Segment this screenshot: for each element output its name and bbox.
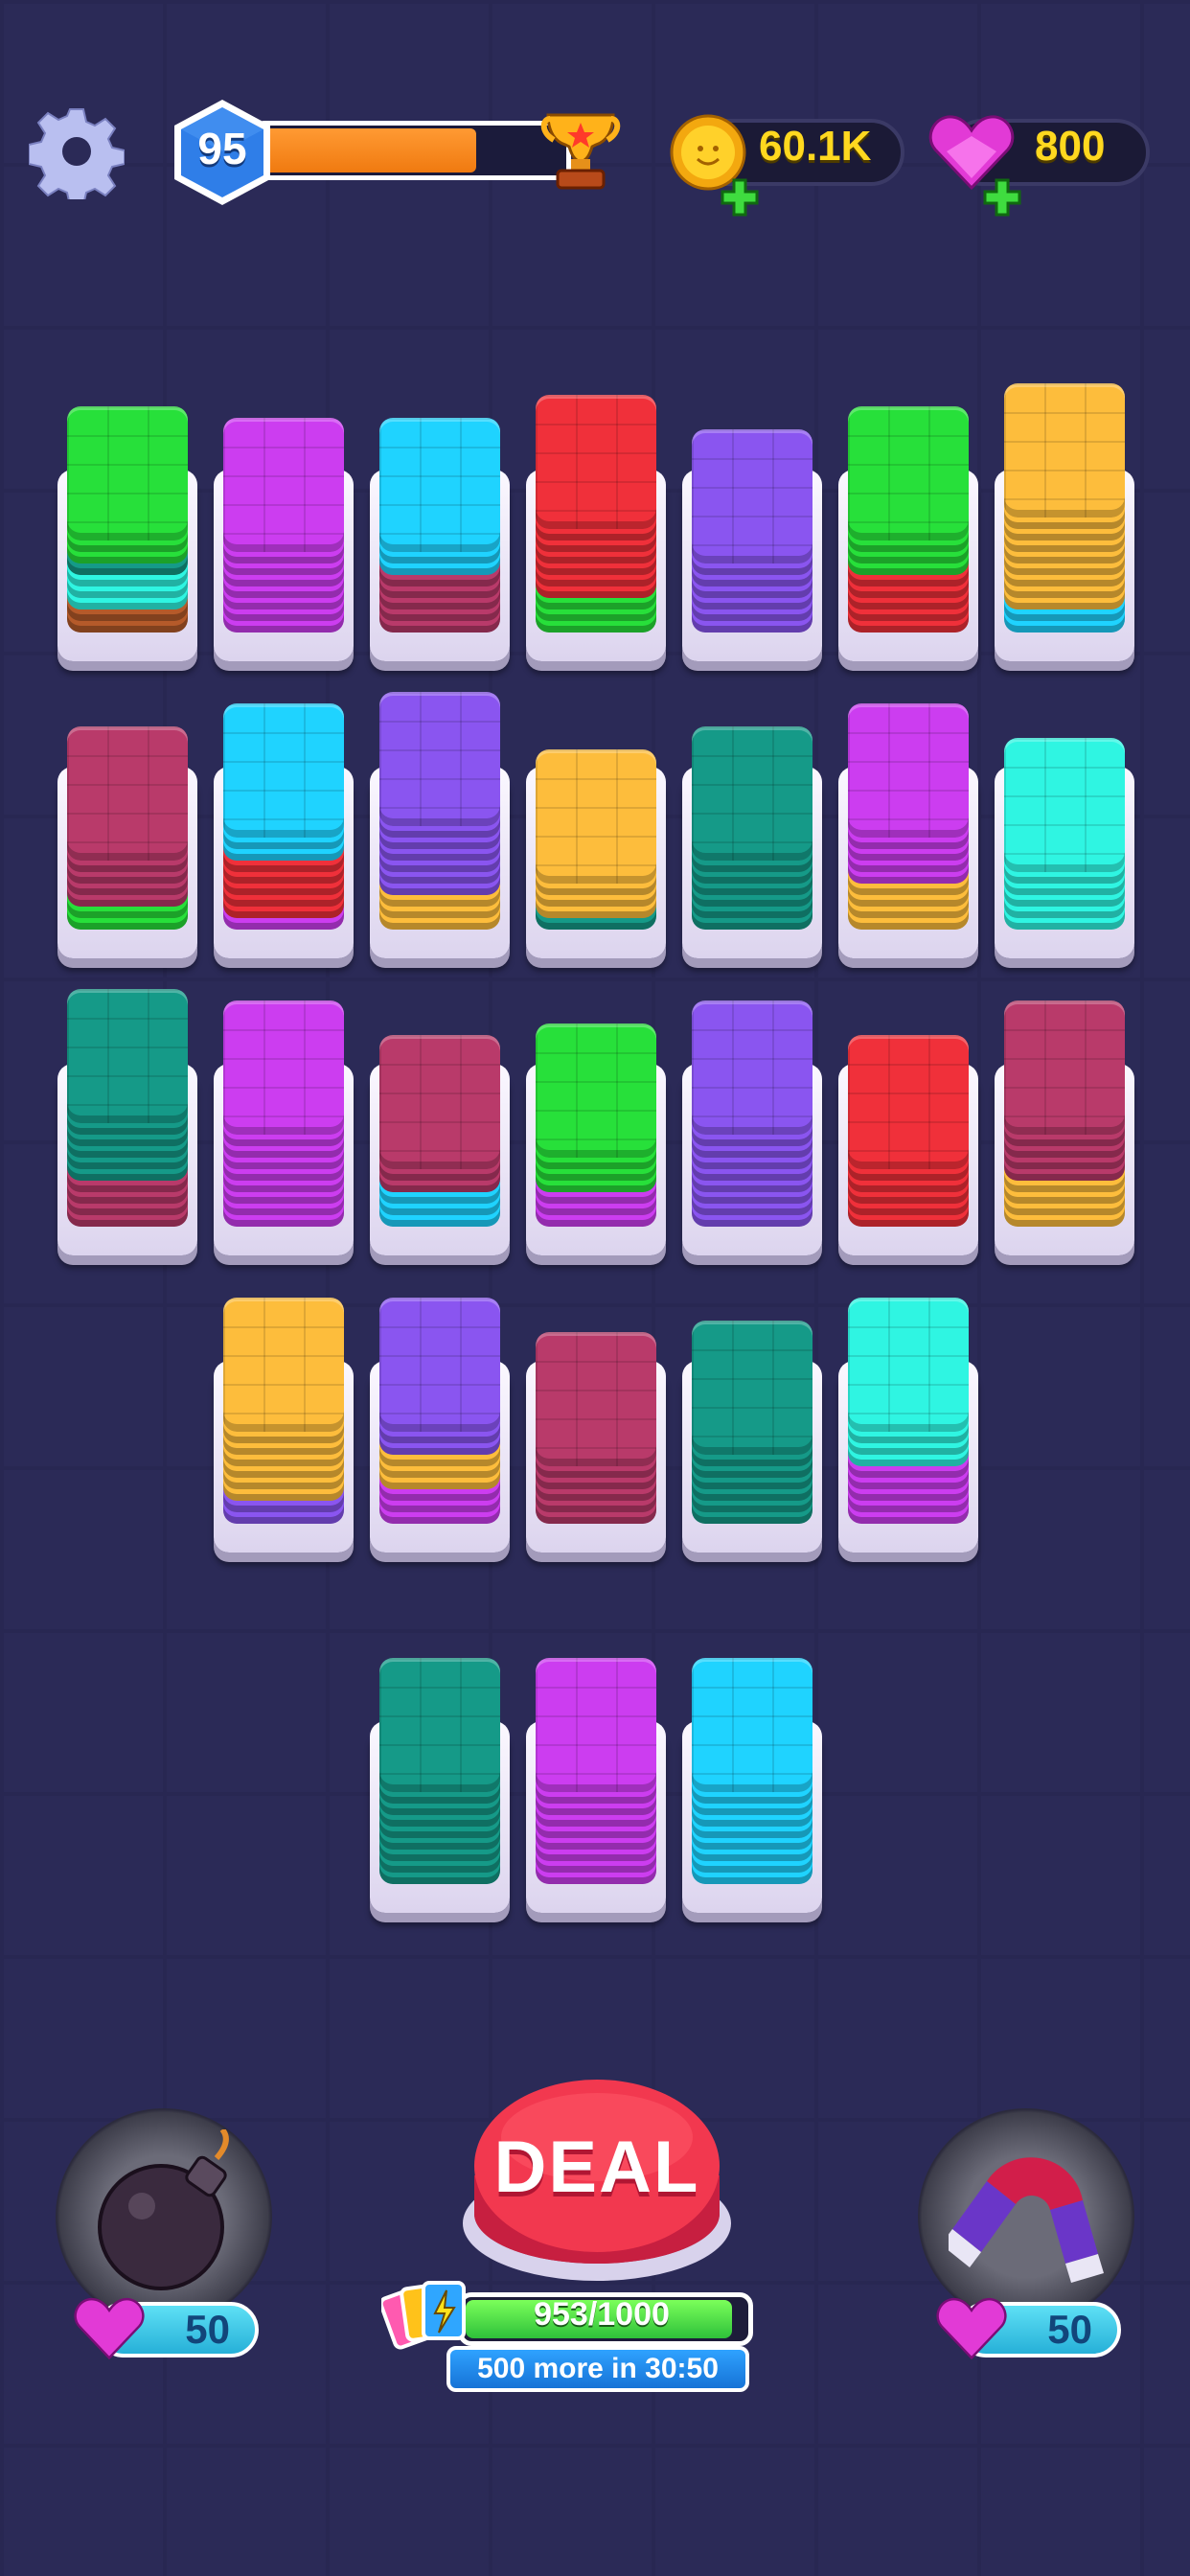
- stack-slot[interactable]: [370, 345, 510, 661]
- stack-slot[interactable]: [57, 642, 197, 958]
- top-tile: [67, 406, 188, 540]
- deal-label: DEAL: [493, 2127, 700, 2208]
- gear-icon[interactable]: [29, 104, 125, 199]
- top-tile: [223, 1000, 344, 1135]
- top-tile: [379, 692, 500, 826]
- level-number: 95: [197, 124, 247, 173]
- top-tile: [848, 406, 969, 540]
- stack-slot[interactable]: [682, 1597, 822, 1913]
- top-tile: [67, 989, 188, 1123]
- top-tile: [223, 418, 344, 552]
- top-tile: [848, 703, 969, 838]
- deal-count: 953/1000: [534, 2296, 670, 2333]
- stack-slot[interactable]: [838, 642, 978, 958]
- top-tile: [692, 726, 812, 861]
- stack-slot[interactable]: [682, 939, 822, 1255]
- stack-slot[interactable]: [370, 1236, 510, 1552]
- top-tile: [536, 749, 656, 884]
- top-tile: [1004, 738, 1125, 872]
- stack-slot[interactable]: [838, 345, 978, 661]
- top-tile: [536, 1024, 656, 1158]
- add-gems-button[interactable]: [981, 176, 1023, 218]
- stack-slot[interactable]: [995, 642, 1134, 958]
- stack-slot[interactable]: [214, 1236, 354, 1552]
- top-tile: [848, 1035, 969, 1169]
- top-tile: [692, 1321, 812, 1455]
- add-coins-button[interactable]: [719, 176, 761, 218]
- top-tile: [692, 1658, 812, 1792]
- top-tile: [692, 429, 812, 564]
- top-tile: [536, 1332, 656, 1466]
- stack-slot[interactable]: [995, 939, 1134, 1255]
- top-tile: [1004, 383, 1125, 518]
- gem-heart-icon: [74, 2298, 145, 2360]
- trophy-icon: [540, 113, 621, 190]
- stack-slot[interactable]: [214, 939, 354, 1255]
- stack-slot[interactable]: [682, 345, 822, 661]
- xp-progress-bar: [255, 121, 571, 180]
- top-tile: [379, 1298, 500, 1432]
- stack-slot[interactable]: [370, 642, 510, 958]
- stack-slot[interactable]: [526, 642, 666, 958]
- gems-value: 800: [1035, 123, 1106, 170]
- stack-slot[interactable]: [838, 939, 978, 1255]
- top-tile: [379, 1658, 500, 1792]
- stack-slot[interactable]: [995, 345, 1134, 661]
- xp-progress-fill: [263, 128, 477, 172]
- bomb-icon: [98, 2129, 229, 2290]
- stack-slot[interactable]: [526, 1597, 666, 1913]
- top-tile: [223, 1298, 344, 1432]
- gem-heart-icon: [936, 2298, 1007, 2360]
- stack-slot[interactable]: [526, 1236, 666, 1552]
- stack-slot[interactable]: [838, 1236, 978, 1552]
- stack-slot[interactable]: [57, 345, 197, 661]
- stack-slot[interactable]: [370, 1597, 510, 1913]
- top-tile: [848, 1298, 969, 1432]
- top-tile: [67, 726, 188, 861]
- top-tile: [536, 1658, 656, 1792]
- stack-slot[interactable]: [214, 642, 354, 958]
- stack-slot[interactable]: [526, 939, 666, 1255]
- top-tile: [692, 1000, 812, 1135]
- stack-slot[interactable]: [682, 642, 822, 958]
- stack-slot[interactable]: [57, 939, 197, 1255]
- top-tile: [1004, 1000, 1125, 1135]
- top-tile: [536, 395, 656, 529]
- stack-slot[interactable]: [682, 1236, 822, 1552]
- top-tile: [379, 418, 500, 552]
- top-tile: [379, 1035, 500, 1169]
- stack-slot[interactable]: [370, 939, 510, 1255]
- top-tile: [223, 703, 344, 838]
- deal-refill-timer: 500 more in 30:50: [446, 2346, 749, 2392]
- coins-value: 60.1K: [759, 123, 872, 170]
- stack-slot[interactable]: [526, 345, 666, 661]
- magnet-icon: [949, 2157, 1104, 2283]
- stack-slot[interactable]: [214, 345, 354, 661]
